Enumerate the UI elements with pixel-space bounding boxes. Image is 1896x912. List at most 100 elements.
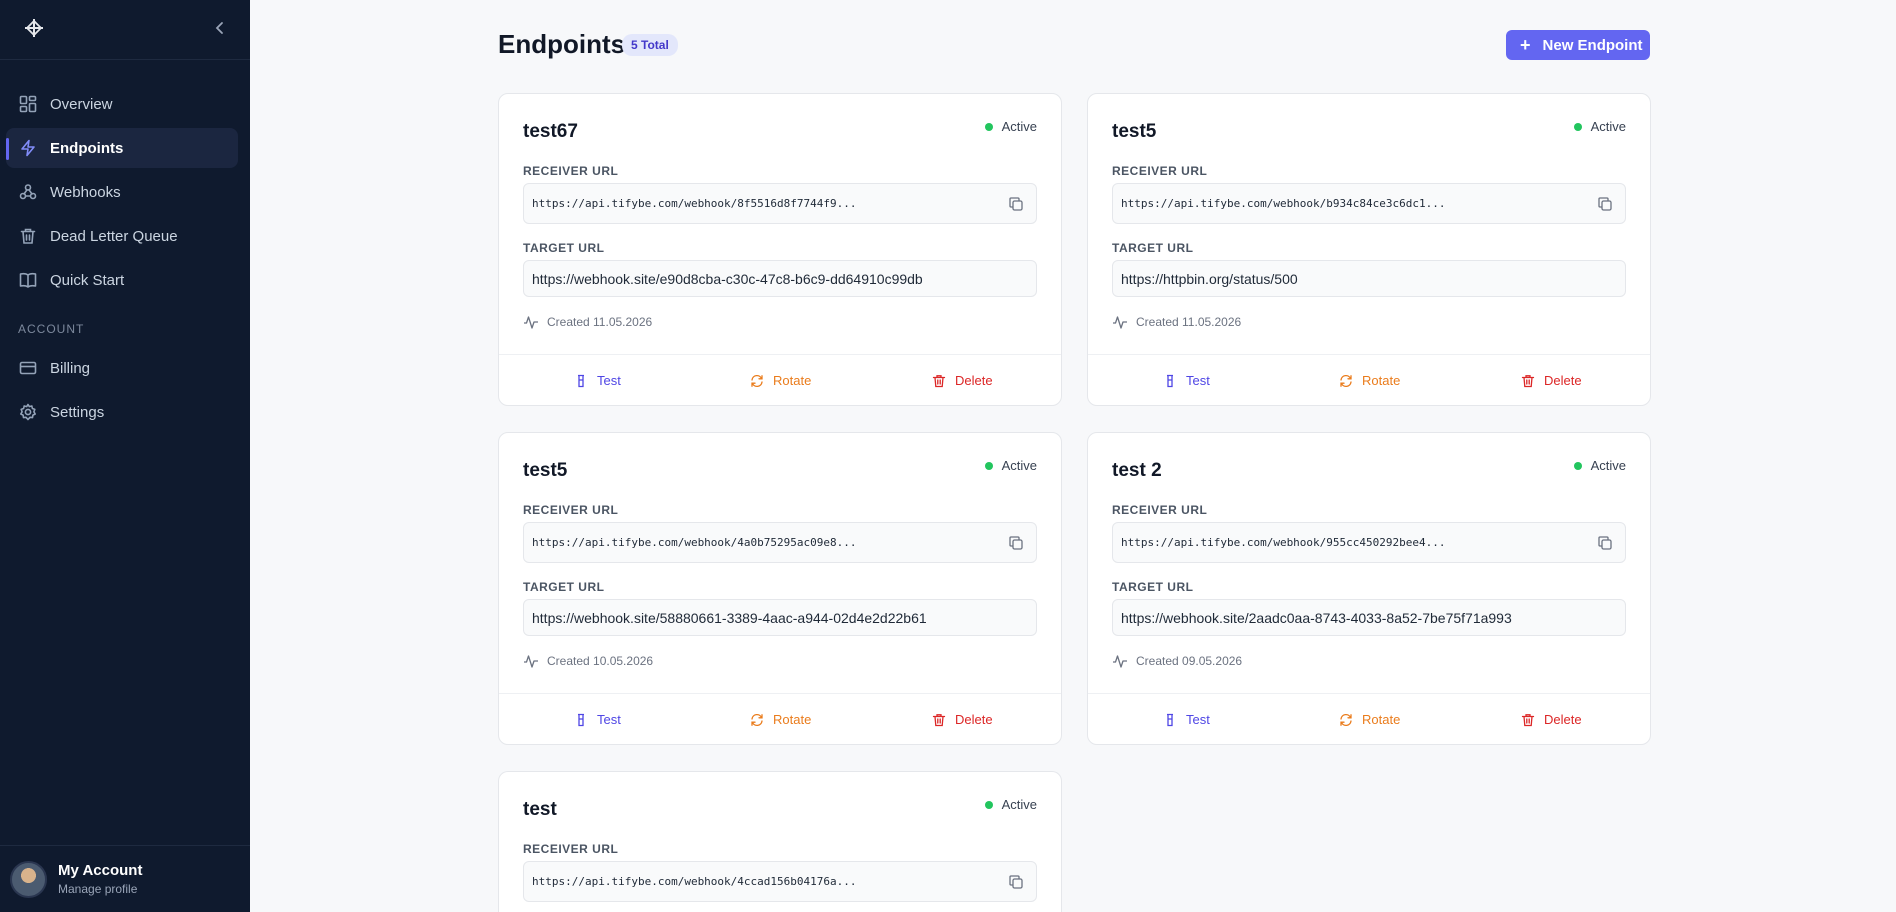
credit-card-icon xyxy=(18,358,38,378)
created-date: Created 09.05.2026 xyxy=(1112,653,1242,669)
receiver-url-label: RECEIVER URL xyxy=(523,503,619,517)
activity-icon xyxy=(524,316,538,329)
activity-icon xyxy=(524,655,538,668)
test-label: Test xyxy=(597,373,621,388)
endpoint-card: test67 Active RECEIVER URL https://api.t… xyxy=(498,93,1062,406)
copy-icon[interactable] xyxy=(1008,535,1024,551)
book-icon xyxy=(18,270,38,290)
receiver-url-field[interactable]: https://api.tifybe.com/webhook/b934c84ce… xyxy=(1112,183,1626,224)
sidebar-item-billing[interactable]: Billing xyxy=(6,348,238,388)
receiver-url-field[interactable]: https://api.tifybe.com/webhook/4a0b75295… xyxy=(523,522,1037,563)
target-url-field[interactable]: https://webhook.site/e90d8cba-c30c-47c8-… xyxy=(523,260,1037,297)
test-tube-icon xyxy=(1167,374,1173,387)
collapse-sidebar-icon[interactable] xyxy=(212,20,228,36)
target-url-field[interactable]: https://httpbin.org/status/500 xyxy=(1112,260,1626,297)
receiver-url-field[interactable]: https://api.tifybe.com/webhook/4ccad156b… xyxy=(523,861,1037,902)
status-text: Active xyxy=(1590,458,1626,473)
status-text: Active xyxy=(1001,797,1037,812)
target-url-label: TARGET URL xyxy=(1112,241,1194,255)
rotate-button[interactable]: Rotate xyxy=(750,712,811,727)
delete-button[interactable]: Delete xyxy=(1521,712,1582,727)
sidebar-section-account: ACCOUNT xyxy=(18,322,85,336)
new-endpoint-button[interactable]: + New Endpoint xyxy=(1506,30,1650,60)
sidebar-item-dead-letter-queue[interactable]: Dead Letter Queue xyxy=(6,216,238,256)
target-url-field[interactable]: https://webhook.site/58880661-3389-4aac-… xyxy=(523,599,1037,636)
sidebar-header xyxy=(0,0,250,60)
test-label: Test xyxy=(597,712,621,727)
rotate-button[interactable]: Rotate xyxy=(1339,373,1400,388)
test-tube-icon xyxy=(1167,713,1173,726)
card-actions: Test Rotate Delete xyxy=(499,354,1061,405)
target-url-label: TARGET URL xyxy=(523,241,605,255)
target-url-field[interactable]: https://webhook.site/2aadc0aa-8743-4033-… xyxy=(1112,599,1626,636)
sidebar-item-label: Quick Start xyxy=(50,271,125,289)
status-badge: Active xyxy=(984,797,1037,812)
page-title: Endpoints xyxy=(498,29,626,59)
target-url-value: https://webhook.site/e90d8cba-c30c-47c8-… xyxy=(532,271,923,287)
status-badge: Active xyxy=(1573,458,1626,473)
activity-icon xyxy=(1113,655,1127,668)
endpoint-name: test67 xyxy=(523,121,578,142)
sidebar-item-overview[interactable]: Overview xyxy=(6,84,238,124)
endpoint-name: test5 xyxy=(523,460,568,481)
trash-icon xyxy=(1521,374,1535,387)
card-actions: Test Rotate Delete xyxy=(499,693,1061,744)
test-button[interactable]: Test xyxy=(1163,373,1210,388)
status-dot-icon xyxy=(1573,461,1582,470)
account-menu[interactable]: My Account Manage profile xyxy=(0,845,250,912)
delete-label: Delete xyxy=(1544,712,1582,727)
webhook-icon xyxy=(18,182,38,202)
logo-icon[interactable] xyxy=(24,18,44,38)
sidebar-item-label: Endpoints xyxy=(50,139,124,157)
sidebar-item-label: Webhooks xyxy=(50,183,121,201)
delete-button[interactable]: Delete xyxy=(1521,373,1582,388)
status-dot-icon xyxy=(984,800,993,809)
test-label: Test xyxy=(1186,373,1210,388)
created-date: Created 11.05.2026 xyxy=(523,314,652,330)
receiver-url-field[interactable]: https://api.tifybe.com/webhook/8f5516d8f… xyxy=(523,183,1037,224)
rotate-icon xyxy=(751,374,763,387)
page-header: Endpoints 5 Total + New Endpoint xyxy=(498,28,1650,62)
created-text: Created 09.05.2026 xyxy=(1136,654,1243,668)
test-button[interactable]: Test xyxy=(574,373,621,388)
copy-icon[interactable] xyxy=(1597,196,1613,212)
endpoint-name: test xyxy=(523,799,557,820)
created-date: Created 10.05.2026 xyxy=(523,653,653,669)
sidebar-item-webhooks[interactable]: Webhooks xyxy=(6,172,238,212)
trash-icon xyxy=(932,713,946,726)
rotate-label: Rotate xyxy=(773,373,812,388)
status-text: Active xyxy=(1001,119,1037,134)
receiver-url-value: https://api.tifybe.com/webhook/4a0b75295… xyxy=(532,536,857,549)
target-url-label: TARGET URL xyxy=(523,580,605,594)
status-badge: Active xyxy=(1573,119,1626,134)
delete-button[interactable]: Delete xyxy=(932,712,993,727)
receiver-url-label: RECEIVER URL xyxy=(1112,164,1208,178)
created-text: Created 11.05.2026 xyxy=(1136,315,1242,329)
rotate-button[interactable]: Rotate xyxy=(1339,712,1400,727)
status-badge: Active xyxy=(984,458,1037,473)
account-subtitle: Manage profile xyxy=(58,882,138,896)
sidebar-item-quick-start[interactable]: Quick Start xyxy=(6,260,238,300)
sidebar-item-label: Overview xyxy=(50,95,113,113)
copy-icon[interactable] xyxy=(1008,196,1024,212)
copy-icon[interactable] xyxy=(1597,535,1613,551)
test-button[interactable]: Test xyxy=(574,712,621,727)
receiver-url-value: https://api.tifybe.com/webhook/b934c84ce… xyxy=(1121,197,1446,210)
copy-icon[interactable] xyxy=(1008,874,1024,890)
trash-icon xyxy=(18,226,38,246)
receiver-url-value: https://api.tifybe.com/webhook/4ccad156b… xyxy=(532,875,857,888)
trash-icon xyxy=(932,374,946,387)
plus-icon: + xyxy=(1520,35,1531,55)
test-button[interactable]: Test xyxy=(1163,712,1210,727)
target-url-value: https://webhook.site/58880661-3389-4aac-… xyxy=(532,610,927,626)
total-count-badge: 5 Total xyxy=(622,34,678,56)
receiver-url-field[interactable]: https://api.tifybe.com/webhook/955cc4502… xyxy=(1112,522,1626,563)
status-text: Active xyxy=(1001,458,1037,473)
delete-button[interactable]: Delete xyxy=(932,373,993,388)
rotate-label: Rotate xyxy=(773,712,812,727)
test-tube-icon xyxy=(578,374,584,387)
sidebar-item-settings[interactable]: Settings xyxy=(6,392,238,432)
rotate-button[interactable]: Rotate xyxy=(750,373,811,388)
sidebar-item-endpoints[interactable]: Endpoints xyxy=(6,128,238,168)
sidebar: Overview Endpoints Webhooks Dead Letter … xyxy=(0,0,250,912)
